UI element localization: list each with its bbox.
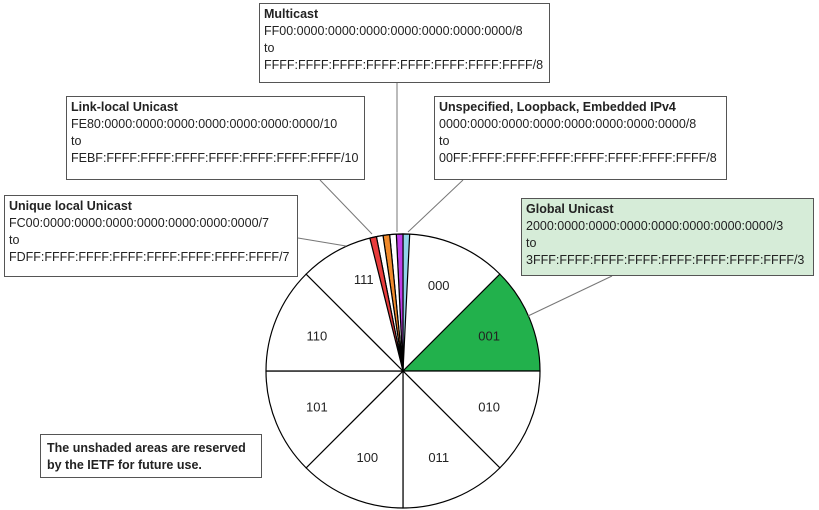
pie-label-010: 010 — [478, 400, 500, 415]
unique-local-title: Unique local Unicast — [9, 199, 132, 213]
unique-local-box: Unique local Unicast FC00:0000:0000:0000… — [4, 195, 298, 277]
link-local-box: Link-local Unicast FE80:0000:0000:0000:0… — [66, 96, 365, 180]
unique-local-end: FDFF:FFFF:FFFF:FFFF:FFFF:FFFF:FFFF:FFFF/… — [9, 250, 290, 264]
link-local-title: Link-local Unicast — [71, 100, 178, 114]
link-local-to: to — [71, 134, 82, 148]
global-unicast-start: 2000:0000:0000:0000:0000:0000:0000:0000/… — [526, 219, 784, 233]
unique-local-start: FC00:0000:0000:0000:0000:0000:0000:0000/… — [9, 216, 269, 230]
link-local-start: FE80:0000:0000:0000:0000:0000:0000:0000/… — [71, 117, 338, 131]
pie-label-000: 000 — [428, 278, 450, 293]
global-unicast-box: Global Unicast 2000:0000:0000:0000:0000:… — [521, 198, 814, 276]
pie-label-110: 110 — [307, 328, 328, 343]
link-local-end: FEBF:FFFF:FFFF:FFFF:FFFF:FFFF:FFFF:FFFF/… — [71, 151, 359, 165]
unspecified-box: Unspecified, Loopback, Embedded IPv4 000… — [434, 96, 727, 180]
connector-unique-local — [297, 237, 347, 247]
multicast-title: Multicast — [264, 7, 319, 21]
connector-unspecified — [407, 179, 464, 233]
unspecified-end: 00FF:FFFF:FFFF:FFFF:FFFF:FFFF:FFFF:FFFF/… — [439, 151, 717, 165]
reserved-note: The unshaded areas are reserved by the I… — [40, 434, 262, 478]
unspecified-title: Unspecified, Loopback, Embedded IPv4 — [439, 100, 676, 114]
connector-link-local — [319, 179, 373, 235]
address-pie: 000 001 010 011 100 101 110 111 — [265, 233, 541, 509]
connector-global — [527, 275, 613, 317]
pie-label-001: 001 — [478, 328, 500, 343]
multicast-box: Multicast FF00:0000:0000:0000:0000:0000:… — [259, 3, 550, 83]
multicast-start: FF00:0000:0000:0000:0000:0000:0000:0000/… — [264, 24, 523, 38]
unspecified-to: to — [439, 134, 450, 148]
multicast-to: to — [264, 41, 275, 55]
unique-local-to: to — [9, 233, 20, 247]
global-unicast-title: Global Unicast — [526, 202, 614, 216]
pie-label-101: 101 — [306, 400, 328, 415]
unspecified-start: 0000:0000:0000:0000:0000:0000:0000:0000/… — [439, 117, 697, 131]
multicast-end: FFFF:FFFF:FFFF:FFFF:FFFF:FFFF:FFFF:FFFF/… — [264, 58, 544, 72]
pie-label-100: 100 — [356, 450, 378, 465]
global-unicast-end: 3FFF:FFFF:FFFF:FFFF:FFFF:FFFF:FFFF:FFFF/… — [526, 253, 805, 267]
pie-label-111: 111 — [354, 272, 374, 287]
pie-label-011: 011 — [428, 450, 449, 465]
global-unicast-to: to — [526, 236, 537, 250]
